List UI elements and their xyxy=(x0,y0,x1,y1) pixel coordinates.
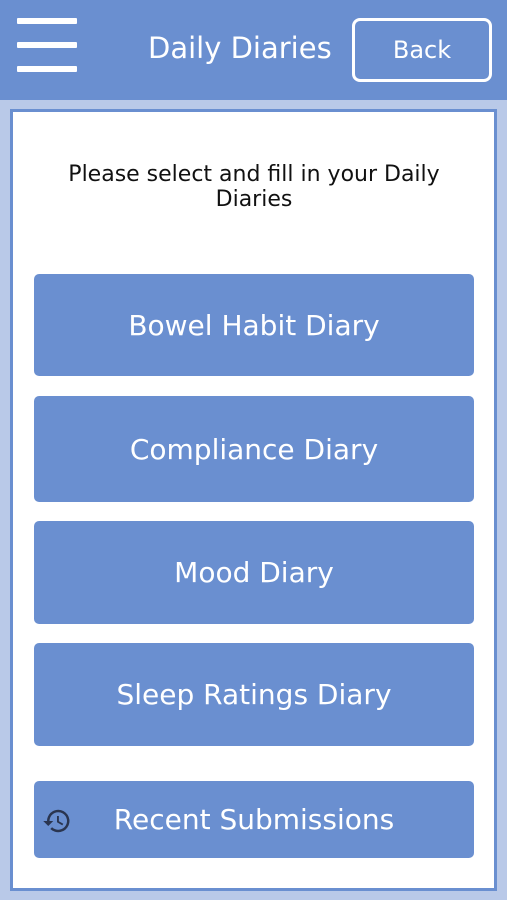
menu-bar xyxy=(17,42,77,48)
button-label: Sleep Ratings Diary xyxy=(116,678,392,711)
app-header: Daily Diaries Back xyxy=(0,0,507,100)
recent-submissions-button[interactable]: Recent Submissions xyxy=(34,781,474,858)
history-icon xyxy=(43,809,70,833)
back-button[interactable]: Back xyxy=(352,18,492,82)
instruction-text: Please select and fill in your Daily Dia… xyxy=(68,162,440,212)
content-panel: Please select and fill in your Daily Dia… xyxy=(10,109,497,891)
sleep-ratings-diary-button[interactable]: Sleep Ratings Diary xyxy=(34,643,474,746)
menu-bar xyxy=(17,66,77,72)
button-label: Recent Submissions xyxy=(113,803,395,836)
button-label: Compliance Diary xyxy=(129,432,379,466)
menu-bar xyxy=(17,18,77,24)
hamburger-menu-icon[interactable] xyxy=(17,18,77,72)
button-label: Bowel Habit Diary xyxy=(128,308,380,342)
bowel-habit-diary-button[interactable]: Bowel Habit Diary xyxy=(34,274,474,376)
compliance-diary-button[interactable]: Compliance Diary xyxy=(34,396,474,502)
page-title: Daily Diaries xyxy=(148,31,332,65)
mood-diary-button[interactable]: Mood Diary xyxy=(34,521,474,624)
button-label: Mood Diary xyxy=(174,556,334,589)
